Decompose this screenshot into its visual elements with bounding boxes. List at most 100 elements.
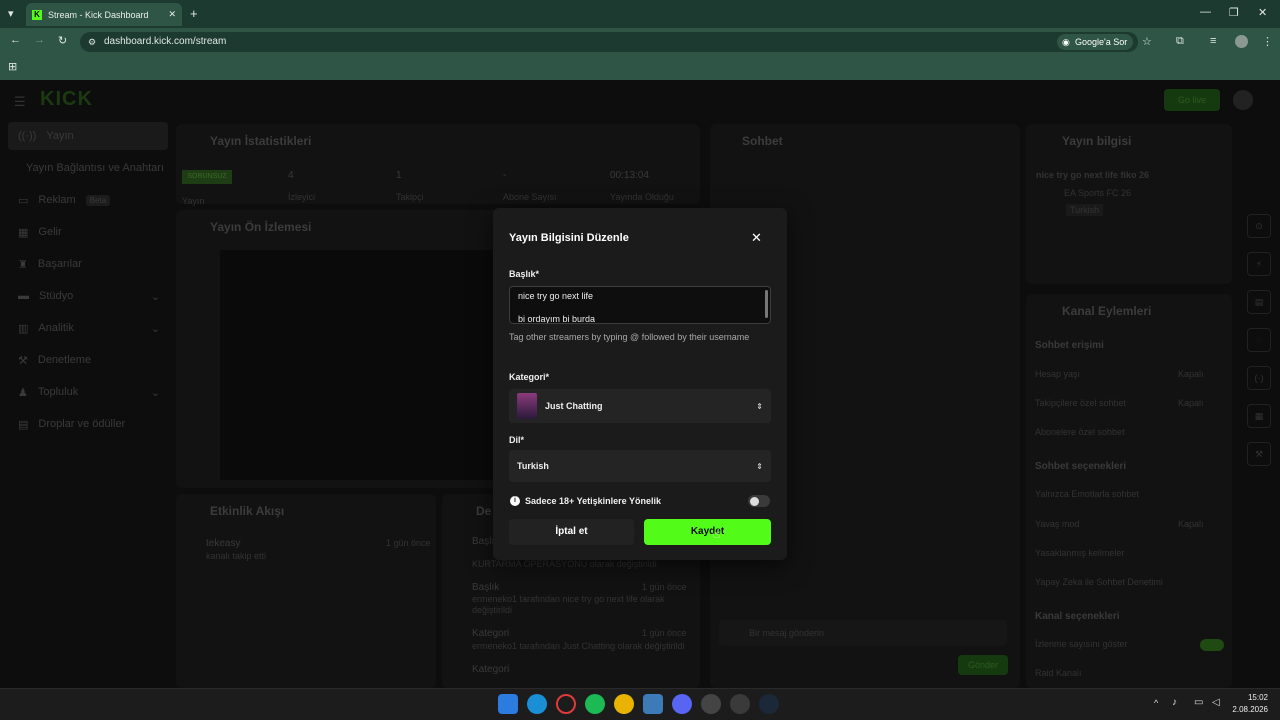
minimize-icon[interactable]: — xyxy=(1200,6,1211,18)
tab-close-icon[interactable]: ✕ xyxy=(168,9,176,20)
event-label: Başlık xyxy=(472,582,500,593)
follower-count: 1 xyxy=(396,170,402,181)
google-sor-button[interactable]: ◉ Google'a Sor xyxy=(1057,34,1133,50)
extensions-icon[interactable]: ⧉ xyxy=(1176,35,1184,48)
setting-label[interactable]: Abonelere özel sohbet xyxy=(1035,427,1125,437)
back-icon[interactable]: ← xyxy=(10,34,21,46)
setting-label[interactable]: Hesap yaşı xyxy=(1035,369,1080,379)
browser-tab-strip: ▾ K Stream - Kick Dashboard ✕ + — ❐ ✕ xyxy=(0,0,1280,28)
start-icon[interactable] xyxy=(498,694,518,714)
chat-input[interactable]: Bir mesaj gönderin xyxy=(719,620,1007,646)
user-avatar[interactable] xyxy=(1233,90,1253,110)
browser-menu-icon[interactable]: ⋮ xyxy=(1262,35,1273,48)
sidebar-item-gelir[interactable]: ▦ Gelir xyxy=(8,218,168,246)
tray-chevron-icon[interactable]: ^ xyxy=(1154,698,1158,708)
new-tab-icon[interactable]: + xyxy=(190,6,198,21)
window-close-icon[interactable]: ✕ xyxy=(1258,6,1267,19)
opera-icon[interactable] xyxy=(556,694,576,714)
sidebar-item-denetleme[interactable]: ⚒ Denetleme xyxy=(8,346,168,374)
adult-content-toggle[interactable] xyxy=(748,495,770,507)
activity-time: 1 gün önce xyxy=(386,538,431,548)
viewer-label: İzleyici xyxy=(288,192,316,202)
app-icon[interactable] xyxy=(643,694,663,714)
setting-label[interactable]: Takipçilere özel sohbet xyxy=(1035,398,1126,408)
kick-logo[interactable]: KICK xyxy=(40,88,93,111)
setting-label[interactable]: Yasaklanmış kelimeler xyxy=(1035,548,1124,558)
site-info-icon[interactable]: ⚙ xyxy=(88,32,96,52)
uptime-value: 00:13:04 xyxy=(610,170,649,181)
browser-tab[interactable]: K Stream - Kick Dashboard ✕ xyxy=(26,3,182,26)
sidebar-item-analitik[interactable]: ▥ Analitik ⌄ xyxy=(8,314,168,342)
network-icon[interactable]: ▭ xyxy=(1194,697,1203,708)
category-select[interactable]: Just Chatting ⇕ xyxy=(509,389,771,423)
sidebar-item-label: Başarılar xyxy=(37,258,82,270)
setting-label[interactable]: Yapay Zeka ile Sohbet Denetimi xyxy=(1035,577,1163,587)
chrome-icon[interactable] xyxy=(614,694,634,714)
edge-icon[interactable] xyxy=(527,694,547,714)
sidebar-item-label: Analitik xyxy=(38,322,74,334)
reload-icon[interactable]: ↻ xyxy=(58,34,67,47)
app-icon[interactable] xyxy=(701,694,721,714)
events-title: De xyxy=(476,504,492,518)
maximize-icon[interactable]: ❐ xyxy=(1229,6,1239,19)
rail-icon[interactable]: ◌ xyxy=(1247,328,1271,352)
sidebar-item-label: Stüdyo xyxy=(39,290,74,302)
forward-icon[interactable]: → xyxy=(34,34,45,46)
sidebar-item-basarilar[interactable]: ♜ Başarılar xyxy=(8,250,168,278)
event-line: ermeneko1 tarafından Just Chatting olara… xyxy=(472,641,685,651)
language-select[interactable]: Turkish ⇕ xyxy=(509,450,771,482)
rail-icon[interactable]: ⚒ xyxy=(1247,442,1271,466)
close-icon[interactable]: ✕ xyxy=(751,230,762,246)
reading-list-icon[interactable]: ≡ xyxy=(1210,35,1216,47)
select-arrows-icon: ⇕ xyxy=(756,461,763,471)
send-button[interactable]: Gönder xyxy=(958,655,1008,675)
setting-label[interactable]: Yalnızca Emotlarla sohbet xyxy=(1035,489,1139,499)
microphone-icon[interactable]: ♪ xyxy=(1172,697,1177,708)
sidebar-item-topluluk[interactable]: ♟ Topluluk ⌄ xyxy=(8,378,168,406)
sidebar-item-yayin[interactable]: ((·)) Yayın xyxy=(8,122,168,150)
hamburger-menu-icon[interactable]: ☰ xyxy=(14,94,26,110)
community-icon: ♟ xyxy=(18,386,28,399)
category-value: Just Chatting xyxy=(545,401,603,411)
clock-time[interactable]: 15:02 xyxy=(1236,693,1268,702)
steam-icon[interactable] xyxy=(759,694,779,714)
cancel-button[interactable]: İptal et xyxy=(509,519,634,545)
revenue-icon: ▦ xyxy=(18,226,29,239)
rail-icon[interactable]: (·) xyxy=(1247,366,1271,390)
sidebar-item-stream-key[interactable]: Yayın Bağlantısı ve Anahtarı xyxy=(8,154,168,182)
apps-grid-icon[interactable]: ⊞ xyxy=(8,60,17,73)
save-button[interactable]: Kaydet xyxy=(644,519,771,545)
clock-date[interactable]: 2.08.2026 xyxy=(1226,705,1268,714)
viewer-count-toggle[interactable] xyxy=(1200,639,1224,651)
category-thumbnail xyxy=(517,393,537,419)
rail-icon[interactable]: ⊙ xyxy=(1247,214,1271,238)
chrome-active-icon[interactable] xyxy=(730,694,750,714)
sidebar-item-studyo[interactable]: ▬ Stüdyo ⌄ xyxy=(8,282,168,310)
rail-icon[interactable]: ▦ xyxy=(1247,404,1271,428)
sidebar-item-reklam[interactable]: ▭ Reklam Beta xyxy=(8,186,168,214)
setting-label[interactable]: Raid Kanalı xyxy=(1035,668,1082,678)
volume-icon[interactable]: ◁ xyxy=(1212,697,1220,708)
setting-value: Kapalı xyxy=(1178,519,1204,529)
setting-label[interactable]: Yavaş mod xyxy=(1035,519,1079,529)
go-live-button[interactable]: Go live xyxy=(1164,89,1220,111)
tab-list-icon[interactable]: ▾ xyxy=(8,7,14,20)
event-time: 1 gün önce xyxy=(642,628,687,638)
sidebar-item-droplar[interactable]: ▤ Droplar ve ödüller xyxy=(8,410,168,438)
url-field[interactable]: ⚙ dashboard.kick.com/stream xyxy=(80,32,1138,52)
tab-title: Stream - Kick Dashboard xyxy=(48,9,149,20)
title-line: nice try go next life xyxy=(518,291,594,301)
setting-label[interactable]: İzlenme sayısını göster xyxy=(1035,639,1128,649)
ad-icon: ▭ xyxy=(18,194,29,207)
textarea-scrollbar[interactable] xyxy=(765,290,768,318)
spotify-icon[interactable] xyxy=(585,694,605,714)
language-field-label: Dil* xyxy=(509,435,525,445)
discord-icon[interactable] xyxy=(672,694,692,714)
profile-avatar[interactable] xyxy=(1235,35,1248,48)
stats-title: Yayın İstatistikleri xyxy=(210,134,312,148)
broadcast-icon: ((·)) xyxy=(18,130,37,142)
rail-icon[interactable]: ⚡ xyxy=(1247,252,1271,276)
bookmark-star-icon[interactable]: ☆ xyxy=(1142,35,1152,48)
rail-icon[interactable]: ▤ xyxy=(1247,290,1271,314)
stream-title-textarea[interactable]: nice try go next life bi ordayım bi burd… xyxy=(509,286,771,324)
